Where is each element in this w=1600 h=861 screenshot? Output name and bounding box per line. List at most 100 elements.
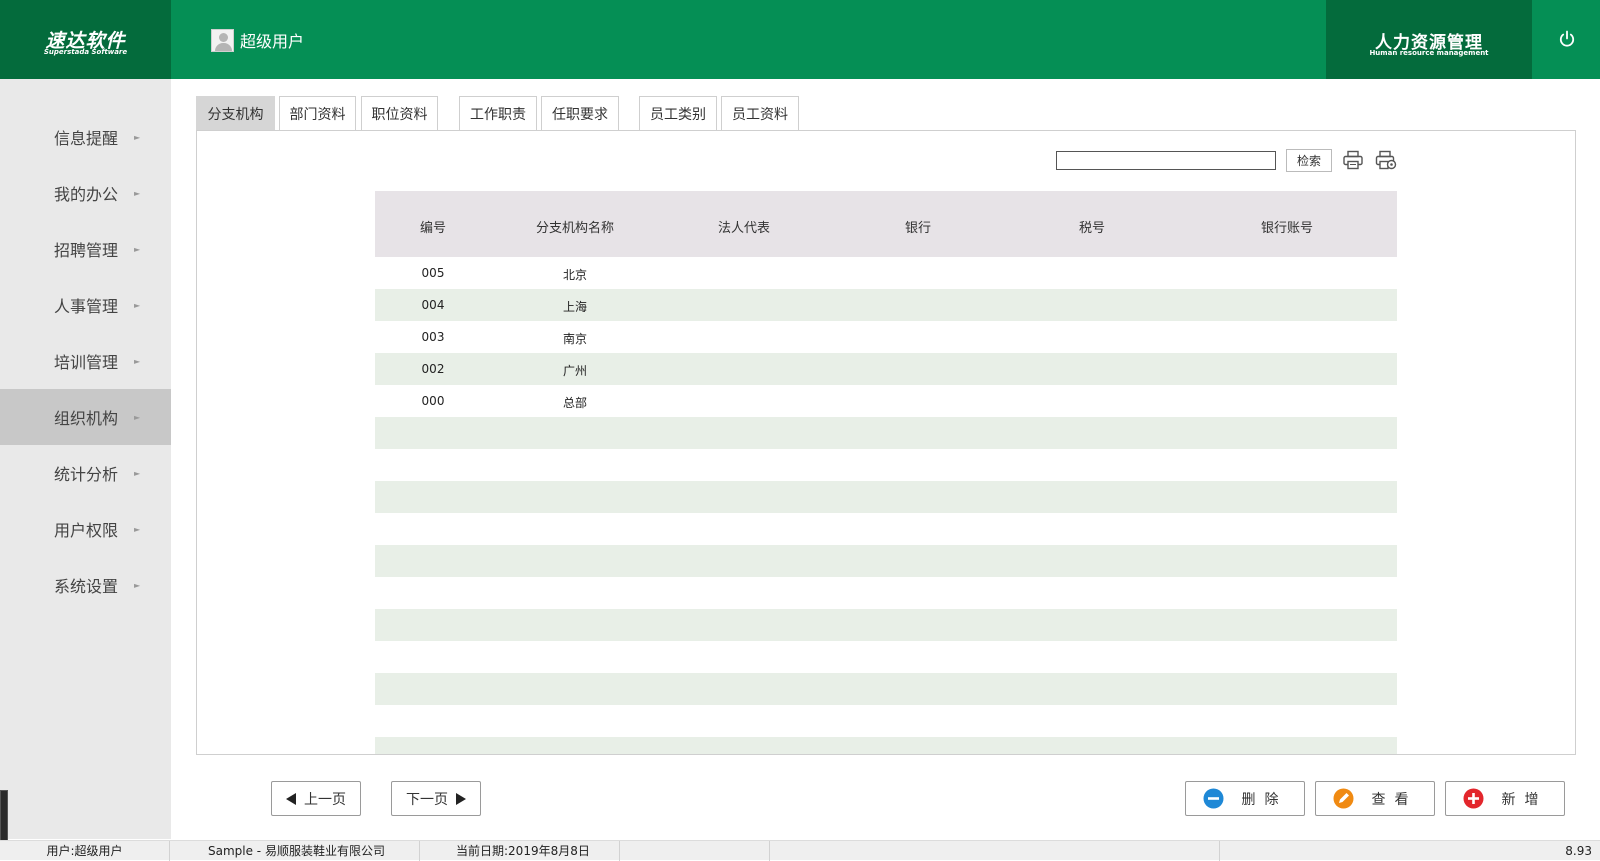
tab-departments[interactable]: 部门资料 — [279, 96, 356, 130]
status-date: 当前日期:2019年8月8日 — [420, 841, 620, 861]
empty-row — [375, 705, 1397, 737]
sidebar: 信息提醒 ► 我的办公 ► 招聘管理 ► 人事管理 ► 培训管理 ► 组织机构 … — [0, 79, 171, 839]
sidebar-item-statistics[interactable]: 统计分析 ► — [0, 445, 171, 501]
module-subtitle: Human resource management — [1369, 49, 1489, 57]
sidebar-item-label: 培训管理 — [54, 353, 119, 372]
view-button[interactable]: 查看 — [1315, 781, 1435, 816]
sidebar-item-label: 组织机构 — [54, 409, 119, 428]
module-title-block: 人力资源管理 Human resource management — [1326, 0, 1532, 79]
chevron-right-icon: ► — [134, 132, 141, 142]
chevron-right-icon: ► — [134, 300, 141, 310]
sidebar-item-label: 人事管理 — [54, 297, 119, 316]
printer-icon[interactable] — [1342, 150, 1364, 170]
cell-branch-name: 总部 — [562, 396, 588, 410]
tab-branches[interactable]: 分支机构 — [196, 96, 275, 130]
sidebar-item-label: 统计分析 — [54, 465, 119, 484]
table-header: 编号 分支机构名称 法人代表 银行 税号 银行账号 — [375, 191, 1397, 257]
sidebar-item-label: 系统设置 — [54, 577, 119, 596]
sidebar-item-training[interactable]: 培训管理 ► — [0, 333, 171, 389]
search-input[interactable] — [1056, 151, 1276, 170]
print-setup-icon[interactable] — [1375, 150, 1397, 170]
tab-positions[interactable]: 职位资料 — [361, 96, 438, 130]
prev-page-button[interactable]: 上一页 — [271, 781, 361, 816]
add-label: 新增 — [1501, 791, 1548, 808]
empty-row — [375, 449, 1397, 481]
table-row[interactable]: 005 北京 — [375, 257, 1397, 289]
cell-code: 000 — [421, 394, 445, 408]
status-bar: 用户:超级用户 Sample - 易顺服装鞋业有限公司 当前日期:2019年8月… — [0, 840, 1600, 861]
column-header[interactable]: 银行 — [905, 217, 931, 236]
pencil-circle-icon — [1333, 788, 1353, 809]
cell-branch-name: 北京 — [562, 268, 588, 282]
sidebar-item-label: 招聘管理 — [54, 241, 119, 260]
cell-code: 005 — [421, 266, 445, 280]
triangle-left-icon — [286, 792, 296, 805]
chevron-right-icon: ► — [134, 468, 141, 478]
cell-code: 002 — [421, 362, 445, 376]
delete-button[interactable]: 删除 — [1185, 781, 1305, 816]
cell-code: 003 — [421, 330, 445, 344]
empty-row — [375, 641, 1397, 673]
current-user: 超级用户 — [211, 27, 304, 53]
cell-branch-name: 南京 — [562, 332, 588, 346]
sidebar-item-label: 信息提醒 — [54, 129, 119, 148]
tab-employee-categories[interactable]: 员工类别 — [639, 96, 717, 130]
cell-branch-name: 上海 — [562, 300, 588, 314]
tab-employee-records[interactable]: 员工资料 — [721, 96, 799, 130]
empty-row — [375, 513, 1397, 545]
sidebar-item-personnel[interactable]: 人事管理 ► — [0, 277, 171, 333]
table-row[interactable]: 003 南京 — [375, 321, 1397, 353]
sidebar-item-label: 用户权限 — [54, 521, 119, 540]
empty-row — [375, 737, 1397, 754]
empty-row — [375, 481, 1397, 513]
table-row[interactable]: 000 总部 — [375, 385, 1397, 417]
sidebar-item-my-office[interactable]: 我的办公 ► — [0, 165, 171, 221]
column-header[interactable]: 编号 — [420, 217, 446, 236]
cell-branch-name: 广州 — [562, 364, 588, 378]
status-blank — [770, 841, 1220, 861]
column-header[interactable]: 法人代表 — [718, 217, 770, 236]
next-page-label: 下一页 — [406, 791, 448, 808]
prev-page-label: 上一页 — [304, 791, 346, 808]
sidebar-item-notifications[interactable]: 信息提醒 ► — [0, 109, 171, 165]
brand-logo: 速达软件 Superstada Software — [0, 0, 171, 79]
column-header[interactable]: 税号 — [1079, 217, 1105, 236]
empty-row — [375, 673, 1397, 705]
search-button[interactable]: 检索 — [1286, 149, 1332, 172]
chevron-right-icon: ► — [134, 188, 141, 198]
next-page-button[interactable]: 下一页 — [391, 781, 481, 816]
table-row[interactable]: 002 广州 — [375, 353, 1397, 385]
cell-code: 004 — [421, 298, 445, 312]
sidebar-item-label: 我的办公 — [54, 185, 119, 204]
chevron-right-icon: ► — [134, 524, 141, 534]
empty-row — [375, 609, 1397, 641]
app-header: 速达软件 Superstada Software 超级用户 人力资源管理 Hum… — [0, 0, 1600, 79]
logo-subtitle: Superstada Software — [43, 48, 128, 56]
status-version: 8.93 — [1565, 844, 1592, 858]
column-header[interactable]: 分支机构名称 — [536, 217, 614, 236]
sidebar-item-organization[interactable]: 组织机构 ► — [0, 389, 171, 445]
status-user: 用户:超级用户 — [0, 841, 170, 861]
table-row[interactable]: 004 上海 — [375, 289, 1397, 321]
sidebar-item-permissions[interactable]: 用户权限 ► — [0, 501, 171, 557]
user-name: 超级用户 — [240, 32, 305, 51]
column-header[interactable]: 银行账号 — [1261, 217, 1313, 236]
tab-job-requirements[interactable]: 任职要求 — [541, 96, 619, 130]
tab-job-duties[interactable]: 工作职责 — [459, 96, 537, 130]
view-label: 查看 — [1371, 791, 1418, 808]
empty-row — [375, 545, 1397, 577]
triangle-right-icon — [456, 792, 466, 805]
chevron-right-icon: ► — [134, 244, 141, 254]
empty-row — [375, 417, 1397, 449]
power-icon[interactable] — [1557, 29, 1577, 49]
add-button[interactable]: 新增 — [1445, 781, 1565, 816]
chevron-right-icon: ► — [134, 580, 141, 590]
avatar — [211, 28, 234, 52]
minus-circle-icon — [1203, 788, 1223, 809]
chevron-right-icon: ► — [134, 412, 141, 422]
status-company: Sample - 易顺服装鞋业有限公司 — [170, 841, 420, 861]
sidebar-item-system-settings[interactable]: 系统设置 ► — [0, 557, 171, 613]
sidebar-item-recruitment[interactable]: 招聘管理 ► — [0, 221, 171, 277]
plus-circle-icon — [1463, 788, 1483, 809]
empty-row — [375, 577, 1397, 609]
